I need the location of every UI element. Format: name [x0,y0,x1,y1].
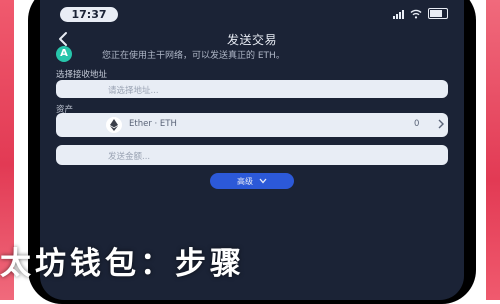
wifi-icon [410,9,422,18]
chevron-right-icon [438,119,444,129]
address-field[interactable]: 请选择地址... [56,80,448,98]
amount-placeholder: 发送金额... [108,152,151,162]
status-bar: 17:37 [40,4,464,24]
asset-name: Ether · ETH [129,119,177,129]
advanced-toggle-button[interactable]: 高级 [210,173,294,189]
address-placeholder: 请选择地址... [108,86,159,96]
ethereum-icon [106,117,122,133]
alert-icon: A [56,46,72,62]
status-time: 17:37 [60,7,118,22]
notice-text: 您正在使用主干网络，可以发送真正的 ETH。 [102,51,285,61]
address-label: 选择接收地址 [56,70,108,80]
asset-balance: 0 [414,119,420,129]
advanced-label: 高级 [237,176,253,186]
chevron-down-icon [259,178,267,184]
status-icons [393,8,448,19]
battery-icon [428,8,448,19]
signal-icon [393,9,404,19]
overlay-caption: 太坊钱包：步骤 [0,246,245,282]
asset-selector[interactable]: Ether · ETH 0 [56,113,448,137]
network-notice: A 您正在使用主干网络，可以发送真正的 ETH。 [56,46,448,64]
amount-field[interactable]: 发送金额... [56,145,448,165]
